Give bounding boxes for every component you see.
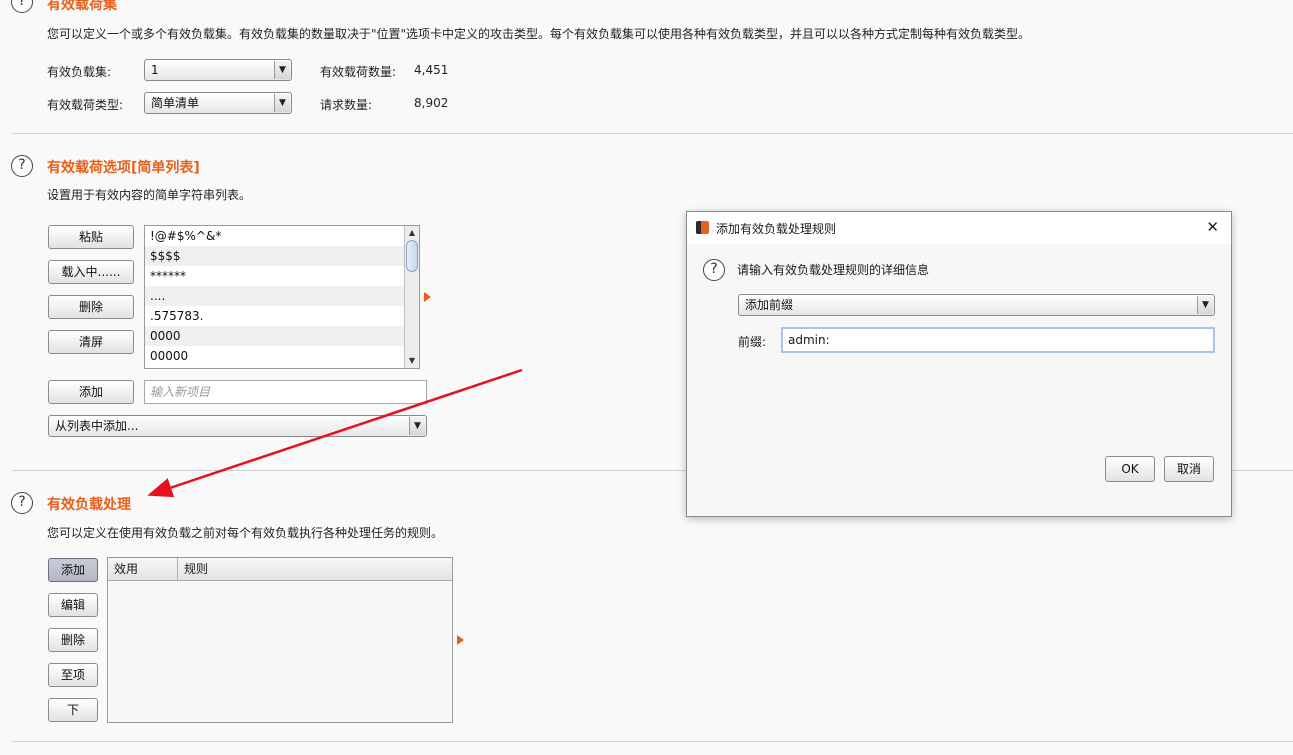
remove-rule-button[interactable]: 删除	[48, 628, 98, 652]
payload-list-scrollbar[interactable]: ▲ ▼	[404, 226, 419, 368]
payload-set-label: 有效负载集:	[47, 65, 112, 79]
payload-count-label: 有效载荷数量:	[320, 65, 397, 79]
dialog-title: 添加有效负载处理规则	[716, 222, 837, 236]
paste-button[interactable]: 粘贴	[48, 225, 134, 249]
ok-button[interactable]: OK	[1105, 456, 1155, 482]
clear-list-button[interactable]: 清屏	[48, 330, 134, 354]
move-up-button[interactable]: 至项	[48, 663, 98, 687]
add-item-button[interactable]: 添加	[48, 380, 134, 404]
section-title-payload-processing: 有效负载处理	[47, 497, 131, 513]
help-icon[interactable]: ?	[11, 155, 33, 177]
list-item[interactable]: ....	[145, 286, 405, 306]
payload-sets-description: 您可以定义一个或多个有效负载集。有效负载集的数量取决于"位置"选项卡中定义的攻击…	[47, 27, 1031, 41]
expand-arrow-icon[interactable]	[457, 635, 464, 645]
close-icon[interactable]: ✕	[1206, 218, 1219, 236]
payload-options-description: 设置用于有效内容的简单字符串列表。	[47, 188, 252, 202]
add-processing-rule-dialog[interactable]: 添加有效负载处理规则 ✕ ? 请输入有效负载处理规则的详细信息 添加前缀 ▼ 前…	[686, 211, 1232, 517]
move-down-button[interactable]: 下	[48, 698, 98, 722]
help-icon[interactable]: ?	[11, 492, 33, 514]
list-item[interactable]: ******	[145, 266, 405, 286]
prefix-input[interactable]: admin:	[781, 327, 1215, 353]
scroll-thumb[interactable]	[406, 240, 418, 272]
payload-set-value: 1	[151, 63, 159, 77]
expand-arrow-icon[interactable]	[424, 292, 431, 302]
processing-rules-table[interactable]: 效用 规则	[107, 557, 453, 723]
chevron-down-icon: ▼	[409, 417, 425, 435]
table-header: 效用 规则	[108, 558, 452, 581]
list-item[interactable]: $$$$	[145, 246, 405, 266]
payload-type-dropdown[interactable]: 简单清单 ▼	[144, 92, 292, 114]
cancel-button[interactable]: 取消	[1164, 456, 1214, 482]
list-item[interactable]: 0000	[145, 326, 405, 346]
load-button[interactable]: 载入中......	[48, 260, 134, 284]
column-header-enabled[interactable]: 效用	[108, 558, 178, 580]
edit-rule-button[interactable]: 编辑	[48, 593, 98, 617]
payload-list-rows: !@#$%^&* $$$$ ******.... .575783. 0000 00000	[145, 226, 405, 366]
list-item[interactable]: !@#$%^&*	[145, 226, 405, 246]
help-icon[interactable]: ?	[11, 0, 33, 13]
section-divider	[12, 741, 1293, 742]
dialog-prompt: 请输入有效负载处理规则的详细信息	[737, 263, 930, 277]
app-logo-icon	[696, 221, 709, 234]
new-item-placeholder: 输入新项目	[150, 385, 211, 399]
chevron-down-icon: ▼	[274, 94, 290, 112]
new-item-input[interactable]: 输入新项目	[144, 380, 427, 404]
payload-type-label: 有效载荷类型:	[47, 98, 124, 112]
add-rule-button[interactable]: 添加	[48, 558, 98, 582]
add-from-list-label: 从列表中添加...	[55, 419, 139, 433]
chevron-down-icon: ▼	[1197, 296, 1213, 314]
scroll-up-icon[interactable]: ▲	[405, 226, 419, 240]
payload-list[interactable]: !@#$%^&* $$$$ ******.... .575783. 0000 00000 …	[144, 225, 420, 369]
column-header-rule[interactable]: 规则	[178, 558, 452, 580]
payload-count-value: 4,451	[414, 63, 449, 77]
list-item[interactable]: .575783.	[145, 306, 405, 326]
payload-set-dropdown[interactable]: 1 ▼	[144, 59, 292, 81]
request-count-label: 请求数量:	[320, 98, 373, 112]
payload-processing-description: 您可以定义在使用有效负载之前对每个有效负载执行各种处理任务的规则。	[47, 526, 444, 540]
help-icon[interactable]: ?	[703, 259, 725, 281]
request-count-value: 8,902	[414, 96, 449, 110]
prefix-label: 前缀:	[738, 335, 767, 349]
section-divider	[12, 133, 1293, 134]
section-title-payload-sets: 有效载荷集	[47, 0, 117, 13]
remove-item-button[interactable]: 删除	[48, 295, 134, 319]
add-from-list-dropdown[interactable]: 从列表中添加... ▼	[48, 415, 427, 437]
payload-type-value: 简单清单	[151, 96, 200, 110]
chevron-down-icon: ▼	[274, 61, 290, 79]
list-item[interactable]: 00000	[145, 346, 405, 366]
section-title-payload-options: 有效载荷选项[简单列表]	[47, 160, 200, 176]
scroll-down-icon[interactable]: ▼	[405, 354, 419, 368]
rule-type-value: 添加前缀	[745, 298, 794, 312]
rule-type-dropdown[interactable]: 添加前缀 ▼	[738, 294, 1215, 316]
dialog-titlebar[interactable]: 添加有效负载处理规则 ✕	[687, 212, 1231, 244]
